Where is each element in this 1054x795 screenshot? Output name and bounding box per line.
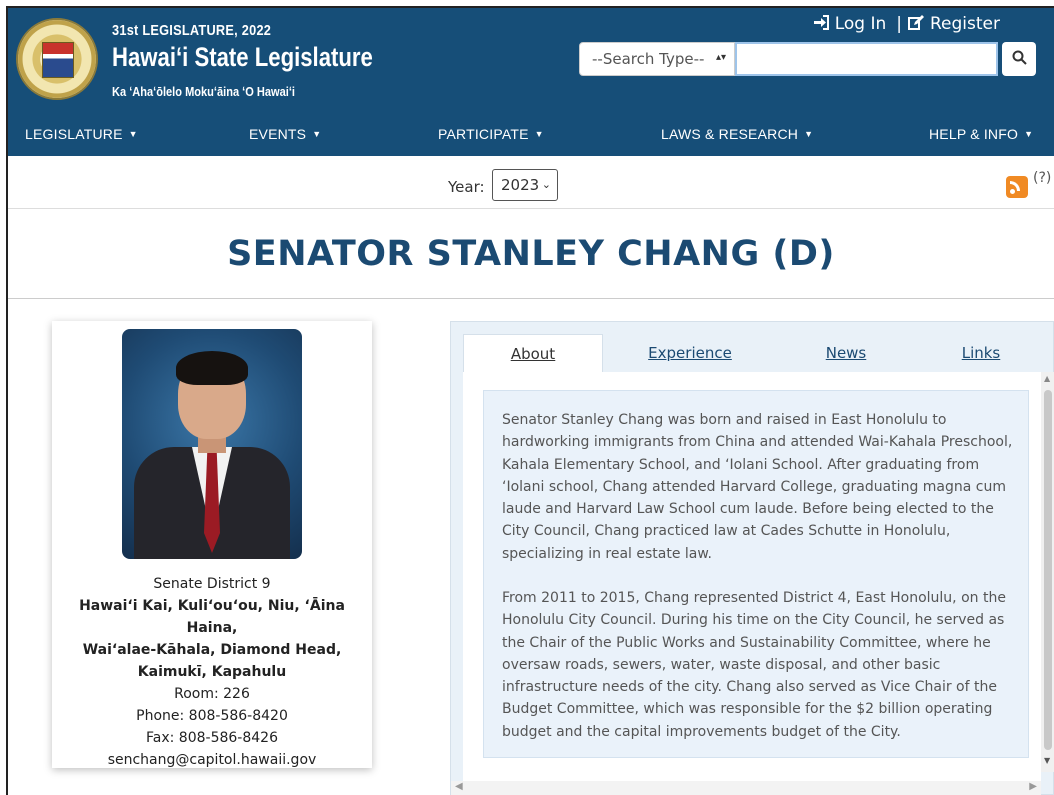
about-paragraph-2: From 2011 to 2015, Chang represented Dis… <box>502 590 1006 740</box>
register-link[interactable]: Register <box>930 14 1000 34</box>
state-seal-logo[interactable] <box>16 18 98 100</box>
nav-participate-label: PARTICIPATE <box>438 126 529 142</box>
caret-down-icon: ▼ <box>804 129 814 139</box>
phone-number: Phone: 808-586-8420 <box>136 708 288 724</box>
legislature-year: 31st LEGISLATURE, 2022 <box>112 22 272 39</box>
search-type-value: --Search Type-- <box>592 50 705 68</box>
tab-news[interactable]: News <box>791 334 901 372</box>
tab-about-label: About <box>510 345 556 363</box>
sign-in-icon <box>813 14 829 34</box>
nav-events[interactable]: EVENTS ▼ <box>249 126 321 142</box>
search-button[interactable] <box>1002 42 1036 76</box>
profile-details: Senate District 9 Hawai‘i Kai, Kuli‘ou‘o… <box>52 573 372 771</box>
search-type-select[interactable]: --Search Type-- ▴▾ <box>579 42 735 76</box>
nav-laws-research-label: LAWS & RESEARCH <box>661 126 799 142</box>
nav-help-info[interactable]: HELP & INFO ▼ <box>929 126 1033 142</box>
senator-photo <box>122 329 302 559</box>
scroll-down-icon[interactable]: ▼ <box>1044 756 1050 765</box>
tab-experience[interactable]: Experience <box>621 334 759 372</box>
district-areas-line-3: Kaimukī, Kapahulu <box>137 664 287 680</box>
caret-down-icon: ▼ <box>534 129 544 139</box>
site-title[interactable]: Hawai‘i State Legislature <box>112 42 373 73</box>
about-paragraph-1: Senator Stanley Chang was born and raise… <box>502 412 1013 562</box>
nav-help-info-label: HELP & INFO <box>929 126 1019 142</box>
info-tabs-panel: About Experience News Links Senator Stan… <box>450 321 1054 795</box>
rss-icon[interactable] <box>1006 176 1028 198</box>
chevron-down-icon: ⌄ <box>541 178 551 191</box>
page-title: SENATOR STANLEY CHANG (D) <box>227 234 835 274</box>
select-caret-icon: ▴▾ <box>715 52 726 63</box>
caret-down-icon: ▼ <box>312 129 322 139</box>
tab-links-label: Links <box>961 344 1001 362</box>
nav-laws-research[interactable]: LAWS & RESEARCH ▼ <box>661 126 813 142</box>
site-subtitle: Ka ʻAhaʻōlelo Mokuʻāina ʻO Hawaiʻi <box>112 84 295 99</box>
profile-card: Senate District 9 Hawai‘i Kai, Kuli‘ou‘o… <box>52 321 372 768</box>
scroll-up-icon[interactable]: ▲ <box>1044 374 1050 383</box>
senate-district: Senate District 9 <box>153 576 271 592</box>
tab-news-label: News <box>825 344 867 362</box>
seal-shield <box>42 42 74 78</box>
tab-links[interactable]: Links <box>931 334 1031 372</box>
nav-legislature[interactable]: LEGISLATURE ▼ <box>25 126 138 142</box>
tab-content: Senator Stanley Chang was born and raise… <box>463 372 1041 782</box>
year-select[interactable]: 2023 ⌄ <box>492 169 558 201</box>
year-select-value: 2023 <box>501 176 540 194</box>
page-title-section: SENATOR STANLEY CHANG (D) <box>8 208 1054 299</box>
rss-help-link[interactable]: (?) <box>1033 170 1051 186</box>
tab-experience-label: Experience <box>648 344 732 362</box>
page: 31st LEGISLATURE, 2022 Hawai‘i State Leg… <box>8 8 1054 795</box>
fax-number: Fax: 808-586-8426 <box>146 730 278 746</box>
nav-legislature-label: LEGISLATURE <box>25 126 123 142</box>
tab-about[interactable]: About <box>463 334 603 373</box>
vertical-scrollbar[interactable]: ▲ ▼ <box>1041 372 1054 772</box>
caret-down-icon: ▼ <box>1024 129 1034 139</box>
year-label: Year: <box>448 178 485 196</box>
room-number: Room: 226 <box>174 686 250 702</box>
about-content: Senator Stanley Chang was born and raise… <box>483 390 1029 758</box>
login-link[interactable]: Log In <box>835 14 887 34</box>
site-header: 31st LEGISLATURE, 2022 Hawai‘i State Leg… <box>8 8 1054 156</box>
nav-events-label: EVENTS <box>249 126 307 142</box>
caret-down-icon: ▼ <box>128 129 138 139</box>
auth-separator: | <box>896 14 902 34</box>
horizontal-scrollbar[interactable]: ◀ ▶ <box>451 781 1041 795</box>
email-address[interactable]: senchang@capitol.hawaii.gov <box>52 749 372 771</box>
edit-icon <box>908 14 924 34</box>
search-icon <box>1012 50 1027 69</box>
district-areas-line-1: Hawai‘i Kai, Kuli‘ou‘ou, Niu, ‘Āina Hain… <box>79 598 345 636</box>
district-areas-line-2: Wai‘alae-Kāhala, Diamond Head, <box>82 642 342 658</box>
nav-participate[interactable]: PARTICIPATE ▼ <box>438 126 544 142</box>
search-input[interactable] <box>735 42 998 76</box>
auth-links: Log In | Register <box>813 14 1000 34</box>
scrollbar-thumb[interactable] <box>1044 390 1052 750</box>
main-nav: LEGISLATURE ▼ EVENTS ▼ PARTICIPATE ▼ LAWS &… <box>8 112 1054 156</box>
scroll-right-icon[interactable]: ▶ <box>1029 781 1037 792</box>
photo-hair <box>176 351 248 385</box>
scroll-left-icon[interactable]: ◀ <box>455 781 463 792</box>
